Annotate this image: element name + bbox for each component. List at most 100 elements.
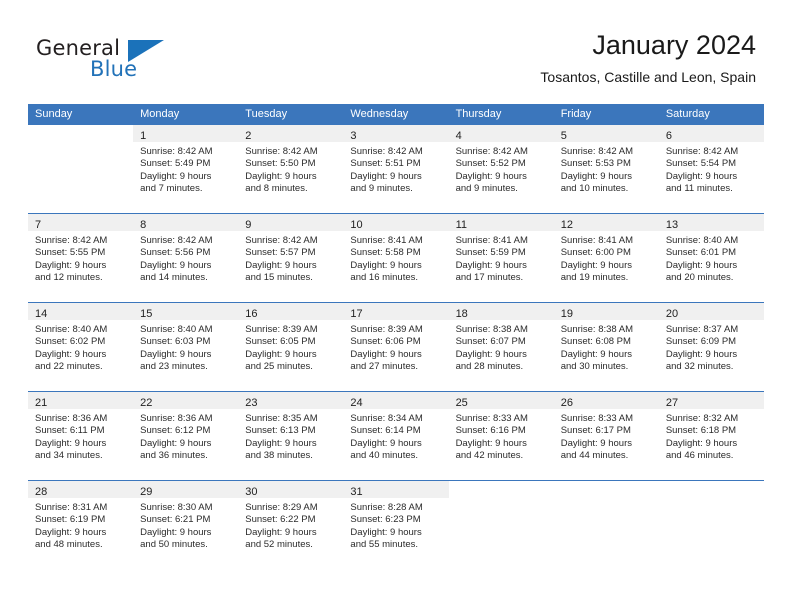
sunrise-text: Sunrise: 8:42 AM — [140, 235, 213, 246]
day-number-band: 10 — [343, 214, 449, 231]
day-number: 16 — [245, 308, 258, 320]
day-details: Sunrise: 8:42 AM Sunset: 5:54 PM Daylight:… — [659, 142, 764, 195]
sunrise-text: Sunrise: 8:41 AM — [560, 235, 634, 246]
sunset-text: Sunset: 6:22 PM — [245, 514, 316, 526]
calendar-day-cell[interactable]: 13 Sunrise: 8:40 AM Sunset: 6:01 PM Dayligh… — [658, 213, 764, 303]
sunrise-text: Sunrise: 8:42 AM — [35, 235, 108, 246]
sunset-text: Sunset: 5:49 PM — [140, 158, 211, 170]
calendar-day-cell[interactable]: 20 Sunrise: 8:37 AM Sunset: 6:09 PM Dayligh… — [658, 302, 764, 392]
calendar-day-cell[interactable]: 3 Sunrise: 8:42 AM Sunset: 5:51 PM Daylight… — [343, 125, 449, 214]
day-number: 17 — [350, 308, 363, 320]
day-number: 6 — [665, 130, 672, 142]
sunset-text: Sunset: 6:01 PM — [665, 247, 737, 259]
daylight-text-line2: and 50 minutes. — [140, 538, 208, 550]
sunset-text: Sunset: 5:52 PM — [455, 158, 526, 170]
daylight-text-line2: and 12 minutes. — [35, 271, 103, 283]
calendar-day-cell[interactable]: 31 Sunrise: 8:28 AM Sunset: 6:23 PM Dayligh… — [343, 480, 449, 569]
daylight-text-line1: Daylight: 9 hours — [35, 259, 107, 271]
calendar-day-cell[interactable]: 19 Sunrise: 8:38 AM Sunset: 6:08 PM Dayligh… — [553, 302, 659, 392]
daylight-text-line2: and 22 minutes. — [35, 360, 103, 372]
calendar-day-cell[interactable]: 16 Sunrise: 8:39 AM Sunset: 6:05 PM Dayligh… — [238, 302, 344, 392]
calendar-day-cell[interactable]: 30 Sunrise: 8:29 AM Sunset: 6:22 PM Dayligh… — [238, 480, 344, 569]
daylight-text-line2: and 48 minutes. — [35, 538, 103, 550]
sunset-text: Sunset: 6:17 PM — [560, 425, 631, 437]
sunset-text: Sunset: 6:12 PM — [140, 425, 211, 437]
day-details: Sunrise: 8:40 AM Sunset: 6:03 PM Daylight:… — [133, 320, 238, 373]
day-number-band: 2 — [238, 125, 344, 142]
daylight-text-line2: and 40 minutes. — [350, 449, 419, 461]
calendar-day-cell[interactable]: 28 Sunrise: 8:31 AM Sunset: 6:19 PM Dayligh… — [28, 480, 134, 569]
day-details: Sunrise: 8:42 AM Sunset: 5:50 PM Daylight:… — [238, 142, 343, 195]
sunrise-text: Sunrise: 8:37 AM — [665, 324, 739, 335]
calendar-day-cell[interactable]: 9 Sunrise: 8:42 AM Sunset: 5:57 PM Daylight… — [238, 213, 344, 303]
calendar-day-cell[interactable]: 25 Sunrise: 8:33 AM Sunset: 6:16 PM Dayligh… — [448, 391, 554, 481]
daylight-text-line1: Daylight: 9 hours — [35, 348, 107, 360]
calendar-day-cell[interactable]: 10 Sunrise: 8:41 AM Sunset: 5:58 PM Dayligh… — [343, 213, 449, 303]
calendar-day-cell[interactable]: 6 Sunrise: 8:42 AM Sunset: 5:54 PM Daylight… — [658, 125, 764, 214]
general-blue-logo[interactable]: General Blue — [36, 36, 236, 84]
day-number-band: 30 — [238, 481, 344, 498]
sunrise-text: Sunrise: 8:39 AM — [245, 324, 318, 335]
daylight-text-line2: and 55 minutes. — [350, 538, 419, 550]
calendar-day-cell[interactable]: 27 Sunrise: 8:32 AM Sunset: 6:18 PM Dayligh… — [658, 391, 764, 481]
calendar-day-cell[interactable]: 12 Sunrise: 8:41 AM Sunset: 6:00 PM Dayligh… — [553, 213, 659, 303]
calendar-day-cell[interactable]: 24 Sunrise: 8:34 AM Sunset: 6:14 PM Dayligh… — [343, 391, 449, 481]
calendar-day-cell[interactable]: 7 Sunrise: 8:42 AM Sunset: 5:55 PM Daylight… — [28, 213, 134, 303]
day-cell-content: 14 Sunrise: 8:40 AM Sunset: 6:02 PM Dayligh… — [28, 303, 134, 391]
day-details: Sunrise: 8:32 AM Sunset: 6:18 PM Daylight:… — [659, 409, 764, 462]
day-number: 9 — [245, 219, 252, 231]
day-cell-content: 1 Sunrise: 8:42 AM Sunset: 5:49 PM Daylight… — [133, 125, 239, 213]
sunset-text: Sunset: 6:08 PM — [560, 336, 631, 348]
calendar-day-cell[interactable]: 14 Sunrise: 8:40 AM Sunset: 6:02 PM Dayligh… — [28, 302, 134, 392]
day-number: 7 — [35, 219, 42, 231]
day-cell-content — [554, 481, 659, 569]
calendar-day-cell[interactable]: 8 Sunrise: 8:42 AM Sunset: 5:56 PM Daylight… — [133, 213, 239, 303]
day-details: Sunrise: 8:42 AM Sunset: 5:52 PM Daylight:… — [449, 142, 554, 195]
day-number-band — [554, 481, 659, 498]
sunrise-text: Sunrise: 8:36 AM — [140, 413, 213, 424]
calendar-day-cell[interactable]: 15 Sunrise: 8:40 AM Sunset: 6:03 PM Dayligh… — [133, 302, 239, 392]
daylight-text-line1: Daylight: 9 hours — [140, 437, 212, 449]
day-details: Sunrise: 8:42 AM Sunset: 5:57 PM Daylight:… — [238, 231, 343, 284]
daylight-text-line1: Daylight: 9 hours — [350, 526, 422, 538]
day-cell-content: 23 Sunrise: 8:35 AM Sunset: 6:13 PM Dayligh… — [238, 392, 344, 480]
calendar-day-cell[interactable]: 4 Sunrise: 8:42 AM Sunset: 5:52 PM Daylight… — [448, 125, 554, 214]
calendar-day-cell[interactable]: 18 Sunrise: 8:38 AM Sunset: 6:07 PM Dayligh… — [448, 302, 554, 392]
calendar-day-cell[interactable]: 2 Sunrise: 8:42 AM Sunset: 5:50 PM Daylight… — [238, 125, 344, 214]
sunset-text: Sunset: 5:54 PM — [665, 158, 737, 170]
daylight-text-line1: Daylight: 9 hours — [455, 348, 527, 360]
daylight-text-line1: Daylight: 9 hours — [140, 348, 212, 360]
calendar-day-cell[interactable]: 17 Sunrise: 8:39 AM Sunset: 6:06 PM Dayligh… — [343, 302, 449, 392]
calendar-day-cell[interactable]: 29 Sunrise: 8:30 AM Sunset: 6:21 PM Dayligh… — [133, 480, 239, 569]
day-number-band: 6 — [658, 125, 764, 142]
calendar-day-cell[interactable]: 1 Sunrise: 8:42 AM Sunset: 5:49 PM Daylight… — [133, 125, 239, 214]
calendar-day-cell[interactable]: 21 Sunrise: 8:36 AM Sunset: 6:11 PM Dayligh… — [28, 391, 134, 481]
calendar-day-cell[interactable]: 26 Sunrise: 8:33 AM Sunset: 6:17 PM Dayligh… — [553, 391, 659, 481]
daylight-text-line2: and 14 minutes. — [140, 271, 208, 283]
calendar-week-row: 14 Sunrise: 8:40 AM Sunset: 6:02 PM Dayligh… — [28, 302, 764, 392]
calendar-day-cell[interactable]: 5 Sunrise: 8:42 AM Sunset: 5:53 PM Daylight… — [553, 125, 659, 214]
day-number: 24 — [350, 397, 363, 409]
day-number-band: 31 — [343, 481, 449, 498]
day-number-band: 21 — [28, 392, 134, 409]
calendar-day-cell[interactable]: 11 Sunrise: 8:41 AM Sunset: 5:59 PM Dayligh… — [448, 213, 554, 303]
sunrise-text: Sunrise: 8:40 AM — [665, 235, 739, 246]
day-details: Sunrise: 8:41 AM Sunset: 5:58 PM Daylight:… — [343, 231, 448, 284]
sunset-text: Sunset: 6:19 PM — [35, 514, 106, 526]
calendar-day-cell[interactable]: 23 Sunrise: 8:35 AM Sunset: 6:13 PM Dayligh… — [238, 391, 344, 481]
day-number: 11 — [455, 219, 467, 231]
daylight-text-line1: Daylight: 9 hours — [350, 348, 422, 360]
daylight-text-line1: Daylight: 9 hours — [560, 437, 632, 449]
daylight-text-line1: Daylight: 9 hours — [350, 170, 422, 182]
calendar-day-cell[interactable]: 22 Sunrise: 8:36 AM Sunset: 6:12 PM Dayligh… — [133, 391, 239, 481]
weekday-header-thursday: Thursday — [448, 104, 554, 125]
sunrise-text: Sunrise: 8:33 AM — [455, 413, 528, 424]
day-cell-content: 15 Sunrise: 8:40 AM Sunset: 6:03 PM Dayligh… — [133, 303, 239, 391]
day-number-band: 16 — [238, 303, 344, 320]
sunset-text: Sunset: 6:05 PM — [245, 336, 316, 348]
daylight-text-line1: Daylight: 9 hours — [560, 170, 632, 182]
daylight-text-line2: and 38 minutes. — [245, 449, 313, 461]
calendar-page: General Blue January 2024 Tosantos, Cast… — [0, 0, 792, 612]
day-cell-content: 5 Sunrise: 8:42 AM Sunset: 5:53 PM Daylight… — [553, 125, 659, 213]
day-cell-content: 17 Sunrise: 8:39 AM Sunset: 6:06 PM Dayligh… — [343, 303, 449, 391]
